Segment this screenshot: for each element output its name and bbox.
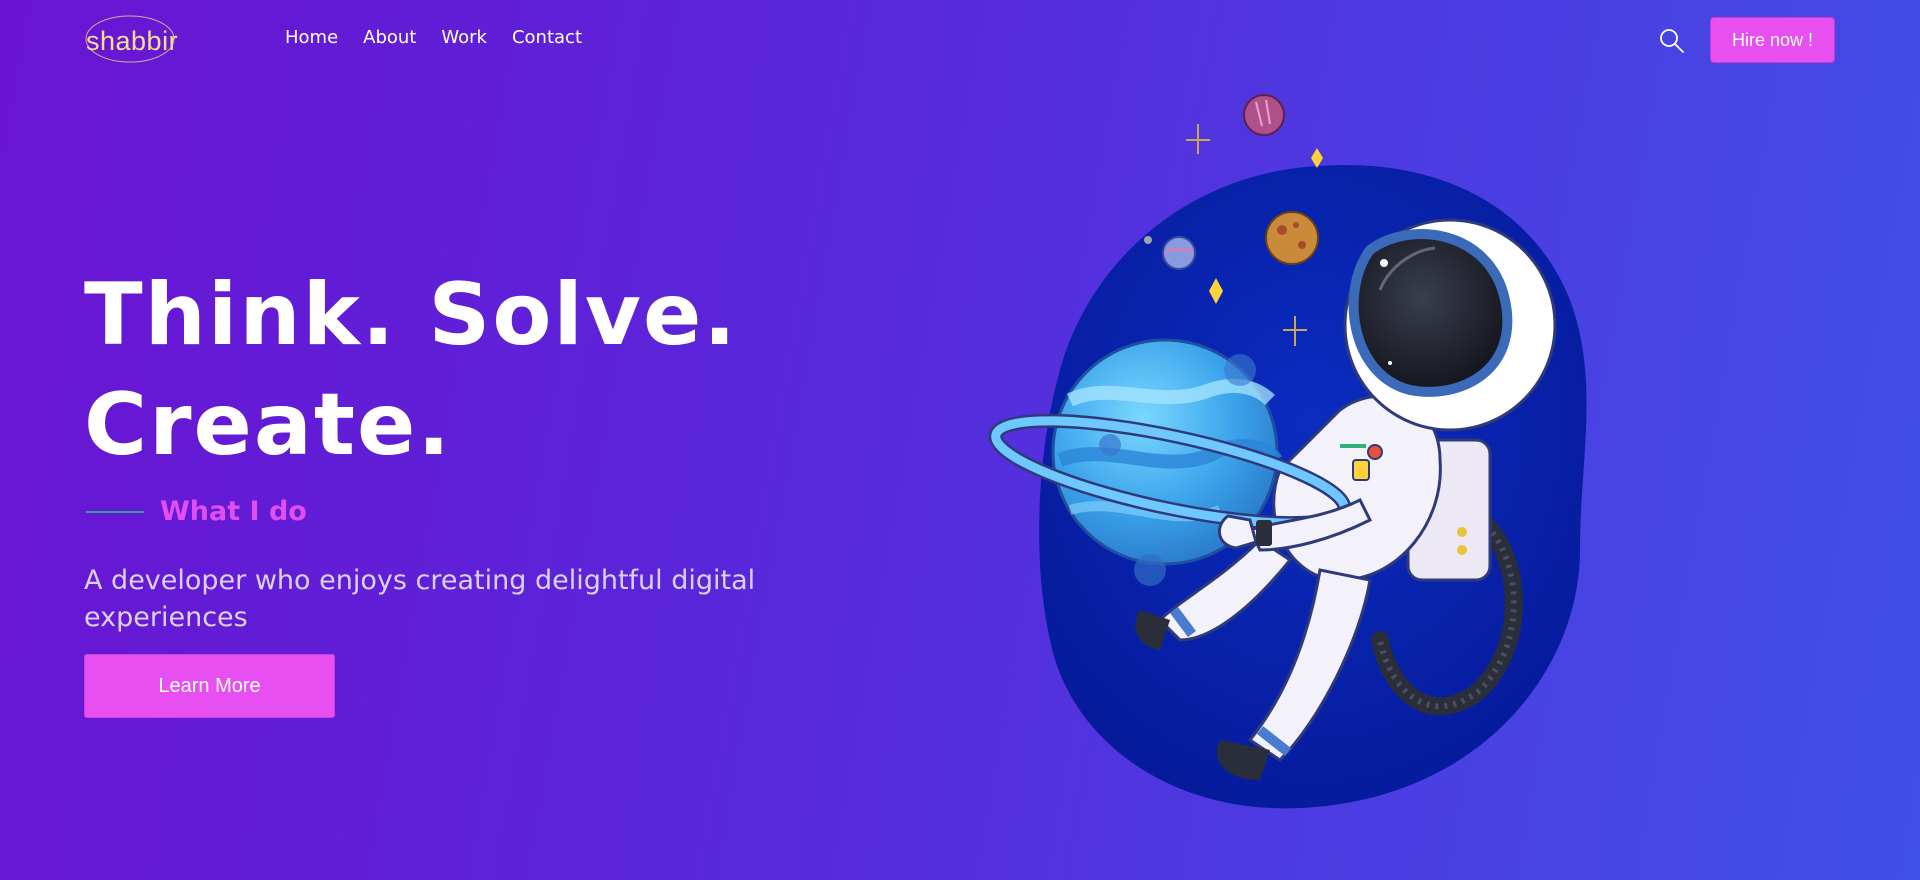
headline-line-2: Create. <box>84 375 452 475</box>
astronaut-planet-icon <box>988 94 1587 809</box>
eyebrow-row: What I do <box>86 496 307 527</box>
search-button[interactable] <box>1658 27 1686 55</box>
eyebrow-text: What I do <box>160 496 307 527</box>
nav-work-link[interactable]: Work <box>441 27 487 48</box>
hero-headline: Think. Solve. Create. <box>84 260 884 480</box>
learn-more-button[interactable]: Learn More <box>84 654 335 718</box>
main-menu: Home About Work Contact <box>285 27 607 48</box>
search-icon <box>1660 29 1684 53</box>
logo-text: shabbir <box>86 26 179 56</box>
nav-about-link[interactable]: About <box>363 27 416 48</box>
hero-description: A developer who enjoys creating delightf… <box>84 565 756 633</box>
nav-contact-link[interactable]: Contact <box>512 27 582 48</box>
hire-now-button[interactable]: Hire now ! <box>1710 17 1835 63</box>
nav-home-link[interactable]: Home <box>285 27 338 48</box>
top-navbar: shabbir Home About Work Contact Hire now… <box>0 0 1920 80</box>
eyebrow-divider <box>86 510 144 513</box>
brand-logo[interactable]: shabbir <box>84 14 179 64</box>
headline-line-1: Think. Solve. <box>84 265 738 365</box>
astronaut-illustration <box>960 80 1660 820</box>
